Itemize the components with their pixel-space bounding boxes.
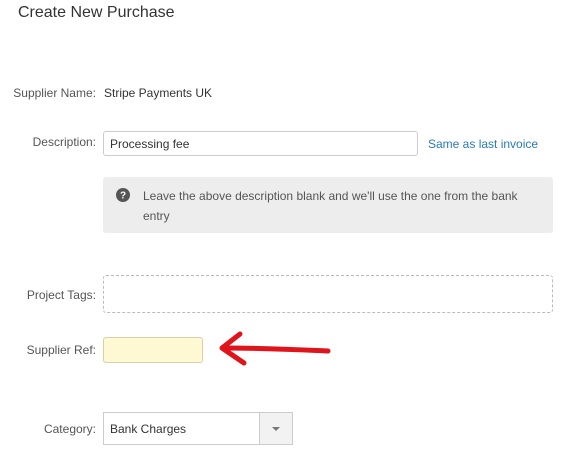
description-label: Description: xyxy=(32,135,96,149)
svg-text:?: ? xyxy=(120,191,126,202)
category-selected-value: Bank Charges xyxy=(110,422,187,436)
supplier-ref-input[interactable] xyxy=(103,337,203,363)
description-input[interactable] xyxy=(103,131,418,156)
supplier-name-value: Stripe Payments UK xyxy=(104,86,213,100)
caret-down-icon xyxy=(272,427,280,431)
category-dropdown-button[interactable] xyxy=(259,413,292,444)
supplier-name-label: Supplier Name: xyxy=(13,86,96,100)
red-arrow-annotation xyxy=(219,331,331,366)
supplier-ref-label: Supplier Ref: xyxy=(26,343,96,357)
page-title: Create New Purchase xyxy=(18,4,175,21)
project-tags-input[interactable] xyxy=(103,275,553,313)
project-tags-label: Project Tags: xyxy=(26,288,96,302)
description-help-text: Leave the above description blank and we… xyxy=(143,189,518,223)
description-help-box: ? Leave the above description blank and … xyxy=(103,177,553,233)
category-select[interactable]: Bank Charges xyxy=(103,412,293,445)
question-circle-icon: ? xyxy=(116,188,130,202)
category-label: Category: xyxy=(43,422,96,436)
same-as-last-invoice-link[interactable]: Same as last invoice xyxy=(428,137,538,151)
